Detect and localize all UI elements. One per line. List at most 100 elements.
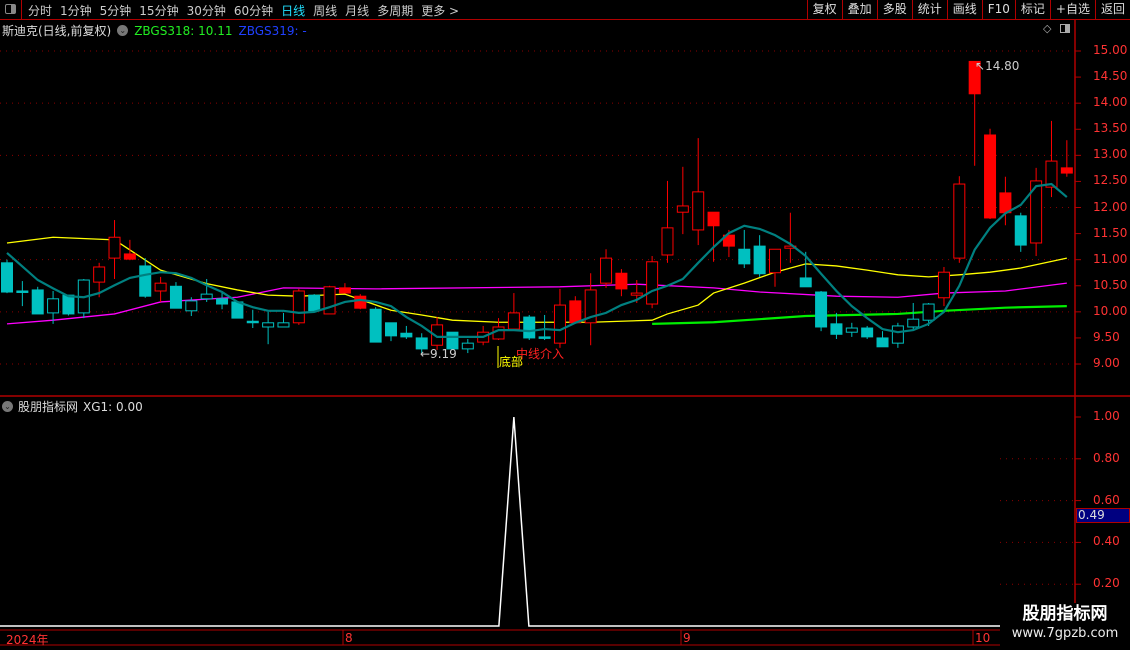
candle-body <box>922 303 935 321</box>
candle-body <box>937 271 950 299</box>
period-tab-6[interactable]: 日线 <box>281 2 305 19</box>
candle-body <box>323 286 336 315</box>
toolbar-button-1[interactable]: 叠加 <box>841 0 877 19</box>
toolbar-button-3[interactable]: 统计 <box>911 0 947 19</box>
candle-body <box>246 320 259 324</box>
sub-chart-header: ⌄ 股朋指标网 XG1: 0.00 <box>2 398 143 415</box>
period-tab-9[interactable]: 多周期 <box>377 2 413 19</box>
chevron-down-icon[interactable]: ⌄ <box>117 25 129 36</box>
candle-body <box>123 253 136 260</box>
layout-toggle-icon[interactable] <box>0 0 22 19</box>
candle-body <box>692 191 705 231</box>
y-tick-label: 14.50 <box>1093 69 1128 84</box>
y-tick-label: 13.50 <box>1093 121 1128 136</box>
candle-body <box>1014 215 1027 246</box>
candle-body <box>738 248 751 265</box>
period-tab-5[interactable]: 60分钟 <box>234 2 273 19</box>
candle-body <box>615 272 628 290</box>
sub-y-tick-label: 0.20 <box>1093 576 1120 591</box>
toolbar-button-7[interactable]: +自选 <box>1049 0 1095 19</box>
sub-y-tick-label: 1.00 <box>1093 409 1120 423</box>
period-tab-3[interactable]: 15分钟 <box>139 2 178 19</box>
date-label-year: 2024年 <box>6 633 49 647</box>
y-tick-label: 9.50 <box>1093 329 1120 344</box>
candle-body <box>646 261 659 305</box>
panel-toggle-icon[interactable] <box>1060 24 1070 33</box>
toolbar-button-8[interactable]: 返回 <box>1094 0 1130 19</box>
y-tick-label: 15.00 <box>1093 43 1128 57</box>
candle-body <box>200 293 213 300</box>
indicator-zbgs319: ZBGS319: - <box>238 23 307 38</box>
signal-mid-entry: 中线介入 <box>516 347 565 361</box>
candle-body <box>891 325 904 344</box>
candle-body <box>62 294 75 315</box>
candle-body <box>538 336 551 339</box>
candle-body <box>1060 167 1073 174</box>
period-tab-2[interactable]: 5分钟 <box>100 2 132 19</box>
diamond-icon[interactable]: ◇ <box>1043 22 1051 35</box>
indicator-zbgs318: ZBGS318: 10.11 <box>134 23 233 38</box>
candle-body <box>815 291 828 328</box>
candle-body <box>169 285 182 309</box>
candle-body <box>308 294 321 312</box>
period-tab-8[interactable]: 月线 <box>345 2 369 19</box>
candle-body <box>1 262 13 293</box>
toolbar-buttons: 复权 叠加 多股 统计 画线 F10 标记 +自选 返回 <box>806 0 1130 19</box>
sub-indicator-value: XG1: 0.00 <box>83 399 143 414</box>
watermark-title: 股朋指标网 <box>1022 604 1108 624</box>
candle-body <box>154 282 167 292</box>
candle-body <box>93 266 106 283</box>
stock-title: 斯迪克(日线,前复权) <box>2 24 112 38</box>
candle-body <box>753 245 766 275</box>
chevron-down-icon[interactable]: ⌄ <box>2 401 13 412</box>
period-tab-4[interactable]: 30分钟 <box>187 2 226 19</box>
candle-body <box>277 322 290 328</box>
toolbar-button-4[interactable]: 画线 <box>946 0 982 19</box>
high-price-value: 14.80 <box>985 59 1020 73</box>
candle-body <box>185 300 198 312</box>
date-label-aug: 8 <box>345 631 353 645</box>
toolbar-button-0[interactable]: 复权 <box>806 0 842 19</box>
toolbar-button-5[interactable]: F10 <box>981 0 1015 19</box>
candle-body <box>262 322 275 328</box>
period-tabs: 分时 1分钟 5分钟 15分钟 30分钟 60分钟 日线 周线 月线 多周期 更多 > <box>28 2 459 19</box>
y-tick-label: 10.50 <box>1093 277 1128 292</box>
date-label-sep: 9 <box>683 631 691 645</box>
y-tick-label: 14.00 <box>1093 95 1128 110</box>
sub-y-tick-label: 0.40 <box>1093 534 1120 549</box>
toolbar-button-6[interactable]: 标记 <box>1014 0 1050 19</box>
candle-body <box>507 312 520 330</box>
y-tick-label: 11.50 <box>1093 225 1128 240</box>
y-tick-label: 12.00 <box>1093 199 1128 214</box>
candle-body <box>630 292 643 296</box>
candle-body <box>523 316 536 339</box>
toolbar-button-2[interactable]: 多股 <box>876 0 912 19</box>
candle-body <box>769 248 781 274</box>
candle-body <box>661 227 674 256</box>
candle-body <box>953 183 966 259</box>
main-chart-header: 斯迪克(日线,前复权) ⌄ ZBGS318: 10.11 ZBGS319: - <box>2 22 307 39</box>
period-tab-0[interactable]: 分时 <box>28 2 52 19</box>
candle-body <box>845 327 858 333</box>
sub-y-tick-label: 0.80 <box>1093 450 1120 465</box>
candle-body <box>999 192 1012 214</box>
candle-body <box>400 332 413 338</box>
candle-body <box>569 300 582 324</box>
candle-body <box>216 298 229 305</box>
candle-body <box>600 257 613 284</box>
candle-body <box>292 290 305 324</box>
period-tab-1[interactable]: 1分钟 <box>60 2 92 19</box>
period-tab-7[interactable]: 周线 <box>313 2 337 19</box>
candle-body <box>461 342 474 350</box>
candle-body <box>385 322 397 337</box>
y-tick-label: 12.50 <box>1093 173 1128 188</box>
period-tab-10[interactable]: 更多 > <box>421 2 459 19</box>
high-price-label: ↖14.80 <box>975 59 1020 73</box>
ma-green-line <box>652 305 1067 325</box>
candle-body <box>907 318 920 328</box>
y-tick-label: 9.00 <box>1093 356 1120 371</box>
y-tick-label: 11.00 <box>1093 251 1128 266</box>
candle-body <box>354 295 367 309</box>
candle-body <box>369 308 382 343</box>
candle-body <box>876 337 889 348</box>
